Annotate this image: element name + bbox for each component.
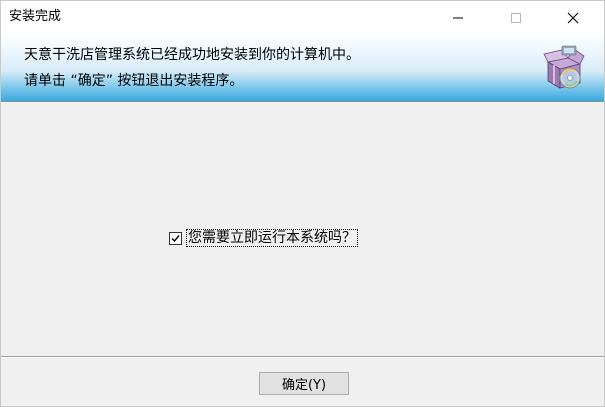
- checkmark-icon: [171, 234, 180, 242]
- header-banner: 天意干洗店管理系统已经成功地安装到你的计算机中。 请单击 “确定” 按钮退出安装…: [1, 34, 604, 101]
- maximize-button[interactable]: [493, 1, 539, 34]
- window-title: 安装完成: [9, 9, 62, 24]
- run-now-option[interactable]: 您需要立即运行本系统吗？: [169, 229, 358, 247]
- maximize-icon: [511, 12, 521, 23]
- minimize-button[interactable]: [435, 1, 481, 34]
- minimize-icon: [453, 17, 463, 18]
- title-bar: 安装完成: [1, 1, 604, 34]
- ok-button[interactable]: 确定(Y): [259, 372, 349, 395]
- banner-message-line2: 请单击 “确定” 按钮退出安装程序。: [24, 73, 244, 89]
- banner-message-line1: 天意干洗店管理系统已经成功地安装到你的计算机中。: [24, 47, 360, 63]
- run-now-checkbox[interactable]: [169, 231, 182, 245]
- banner-divider: [1, 101, 604, 102]
- installer-package-icon: [543, 45, 585, 89]
- run-now-label[interactable]: 您需要立即运行本系统吗？: [186, 229, 358, 247]
- close-button[interactable]: [550, 1, 596, 34]
- setup-complete-dialog: 安装完成 天意干洗店管理系统已经成功地安装到你的计算机中。 请单击 “确定” 按…: [0, 0, 605, 407]
- footer-divider-highlight: [1, 357, 604, 358]
- close-icon: [567, 12, 579, 23]
